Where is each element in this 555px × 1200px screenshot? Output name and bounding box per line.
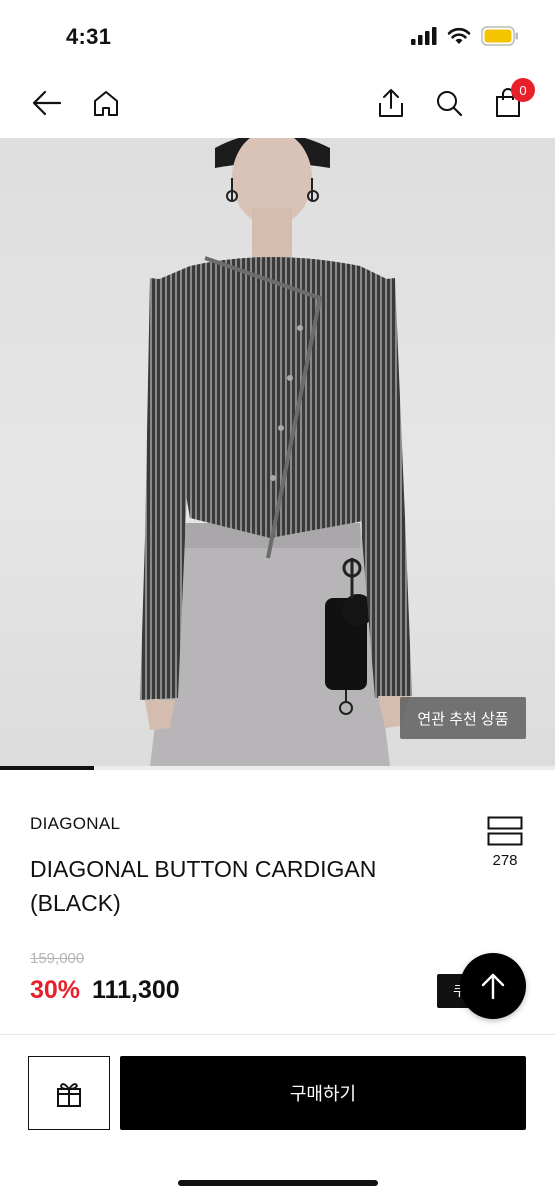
scroll-top-button[interactable] — [460, 953, 526, 1019]
image-progress-fill — [0, 766, 95, 770]
share-icon — [379, 89, 403, 117]
home-indicator — [178, 1180, 378, 1186]
bottom-divider — [0, 1034, 555, 1035]
brand-name[interactable]: DIAGONAL — [30, 814, 120, 834]
signal-icon — [411, 27, 437, 45]
product-photo — [140, 138, 412, 766]
status-time: 4:31 — [66, 24, 112, 49]
buy-button[interactable]: 구매하기 — [120, 1056, 526, 1130]
status-icons — [411, 26, 519, 46]
related-products-button[interactable]: 연관 추천 상품 — [400, 697, 526, 739]
wishlist-count: 278 — [492, 852, 518, 869]
cart-button[interactable]: 0 — [491, 78, 535, 120]
cart-count-badge: 0 — [511, 78, 535, 102]
home-button[interactable] — [89, 86, 123, 120]
sale-price: 111,300 — [92, 976, 180, 1004]
product-image[interactable]: 연관 추천 상품 — [0, 138, 555, 766]
product-title: DIAGONAL BUTTON CARDIGAN (BLACK) — [30, 856, 377, 916]
arrow-up-icon — [481, 973, 505, 1000]
top-nav-bar: 0 — [0, 70, 555, 136]
back-arrow-icon — [32, 90, 62, 116]
price-row: 30% 111,300 — [30, 976, 180, 1005]
home-icon — [94, 91, 118, 116]
gift-icon — [57, 1083, 81, 1107]
wishlist-button[interactable]: 278 — [482, 816, 528, 869]
wifi-icon — [447, 27, 471, 44]
gift-button[interactable] — [28, 1056, 110, 1130]
search-button[interactable] — [432, 86, 466, 120]
status-bar: 4:31 — [0, 0, 555, 70]
back-button[interactable] — [30, 86, 64, 120]
battery-icon — [481, 26, 518, 46]
discount-rate: 30% — [30, 976, 81, 1004]
search-icon — [437, 91, 463, 117]
share-button[interactable] — [374, 86, 408, 120]
original-price: 159,000 — [30, 950, 85, 967]
image-progress-bar — [0, 766, 555, 770]
bookmark-icon — [487, 816, 523, 846]
